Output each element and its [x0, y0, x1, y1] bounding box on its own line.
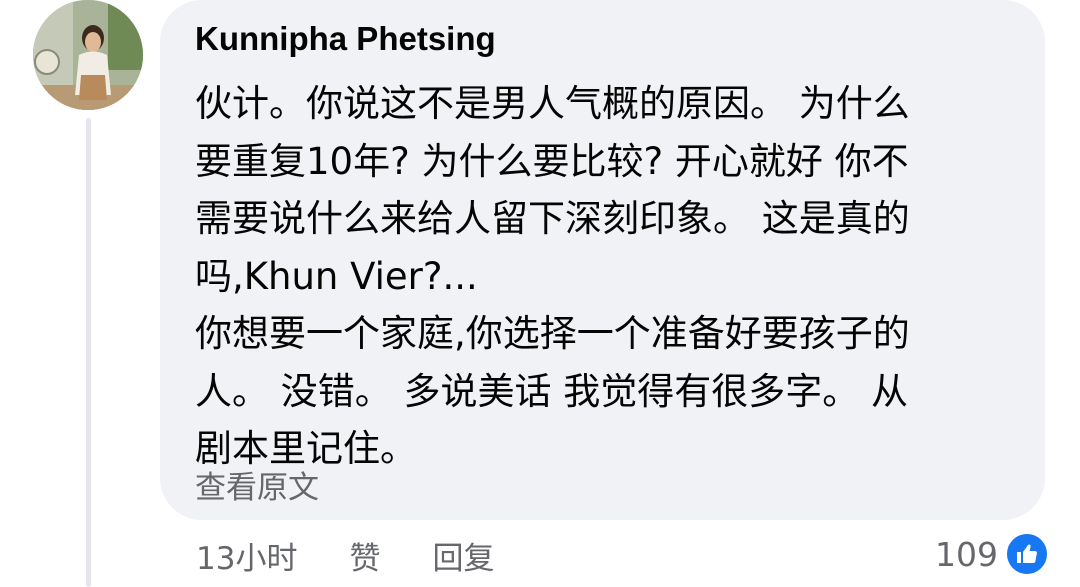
thumbs-up-icon — [1004, 531, 1050, 577]
see-original-link[interactable]: 查看原文 — [195, 462, 319, 507]
avatar[interactable] — [33, 0, 143, 110]
like-button[interactable]: 赞 — [349, 533, 380, 578]
reply-button[interactable]: 回复 — [432, 533, 494, 578]
comment-bubble: Kunnipha Phetsing 伙计。你说这不是男人气概的原因。 为什么 要… — [160, 0, 1045, 520]
comment-author-name[interactable]: Kunnipha Phetsing — [195, 20, 496, 58]
comment-text: 伙计。你说这不是男人气概的原因。 为什么 要重复10年? 为什么要比较? 开心就… — [195, 82, 910, 470]
thread-line — [86, 118, 91, 587]
comment-actions: 13小时 赞 回复 — [196, 533, 494, 577]
reaction-summary[interactable]: 109 — [935, 530, 1050, 578]
comment-timestamp[interactable]: 13小时 — [196, 533, 297, 578]
avatar-photo — [33, 0, 143, 110]
reaction-count: 109 — [935, 534, 998, 574]
